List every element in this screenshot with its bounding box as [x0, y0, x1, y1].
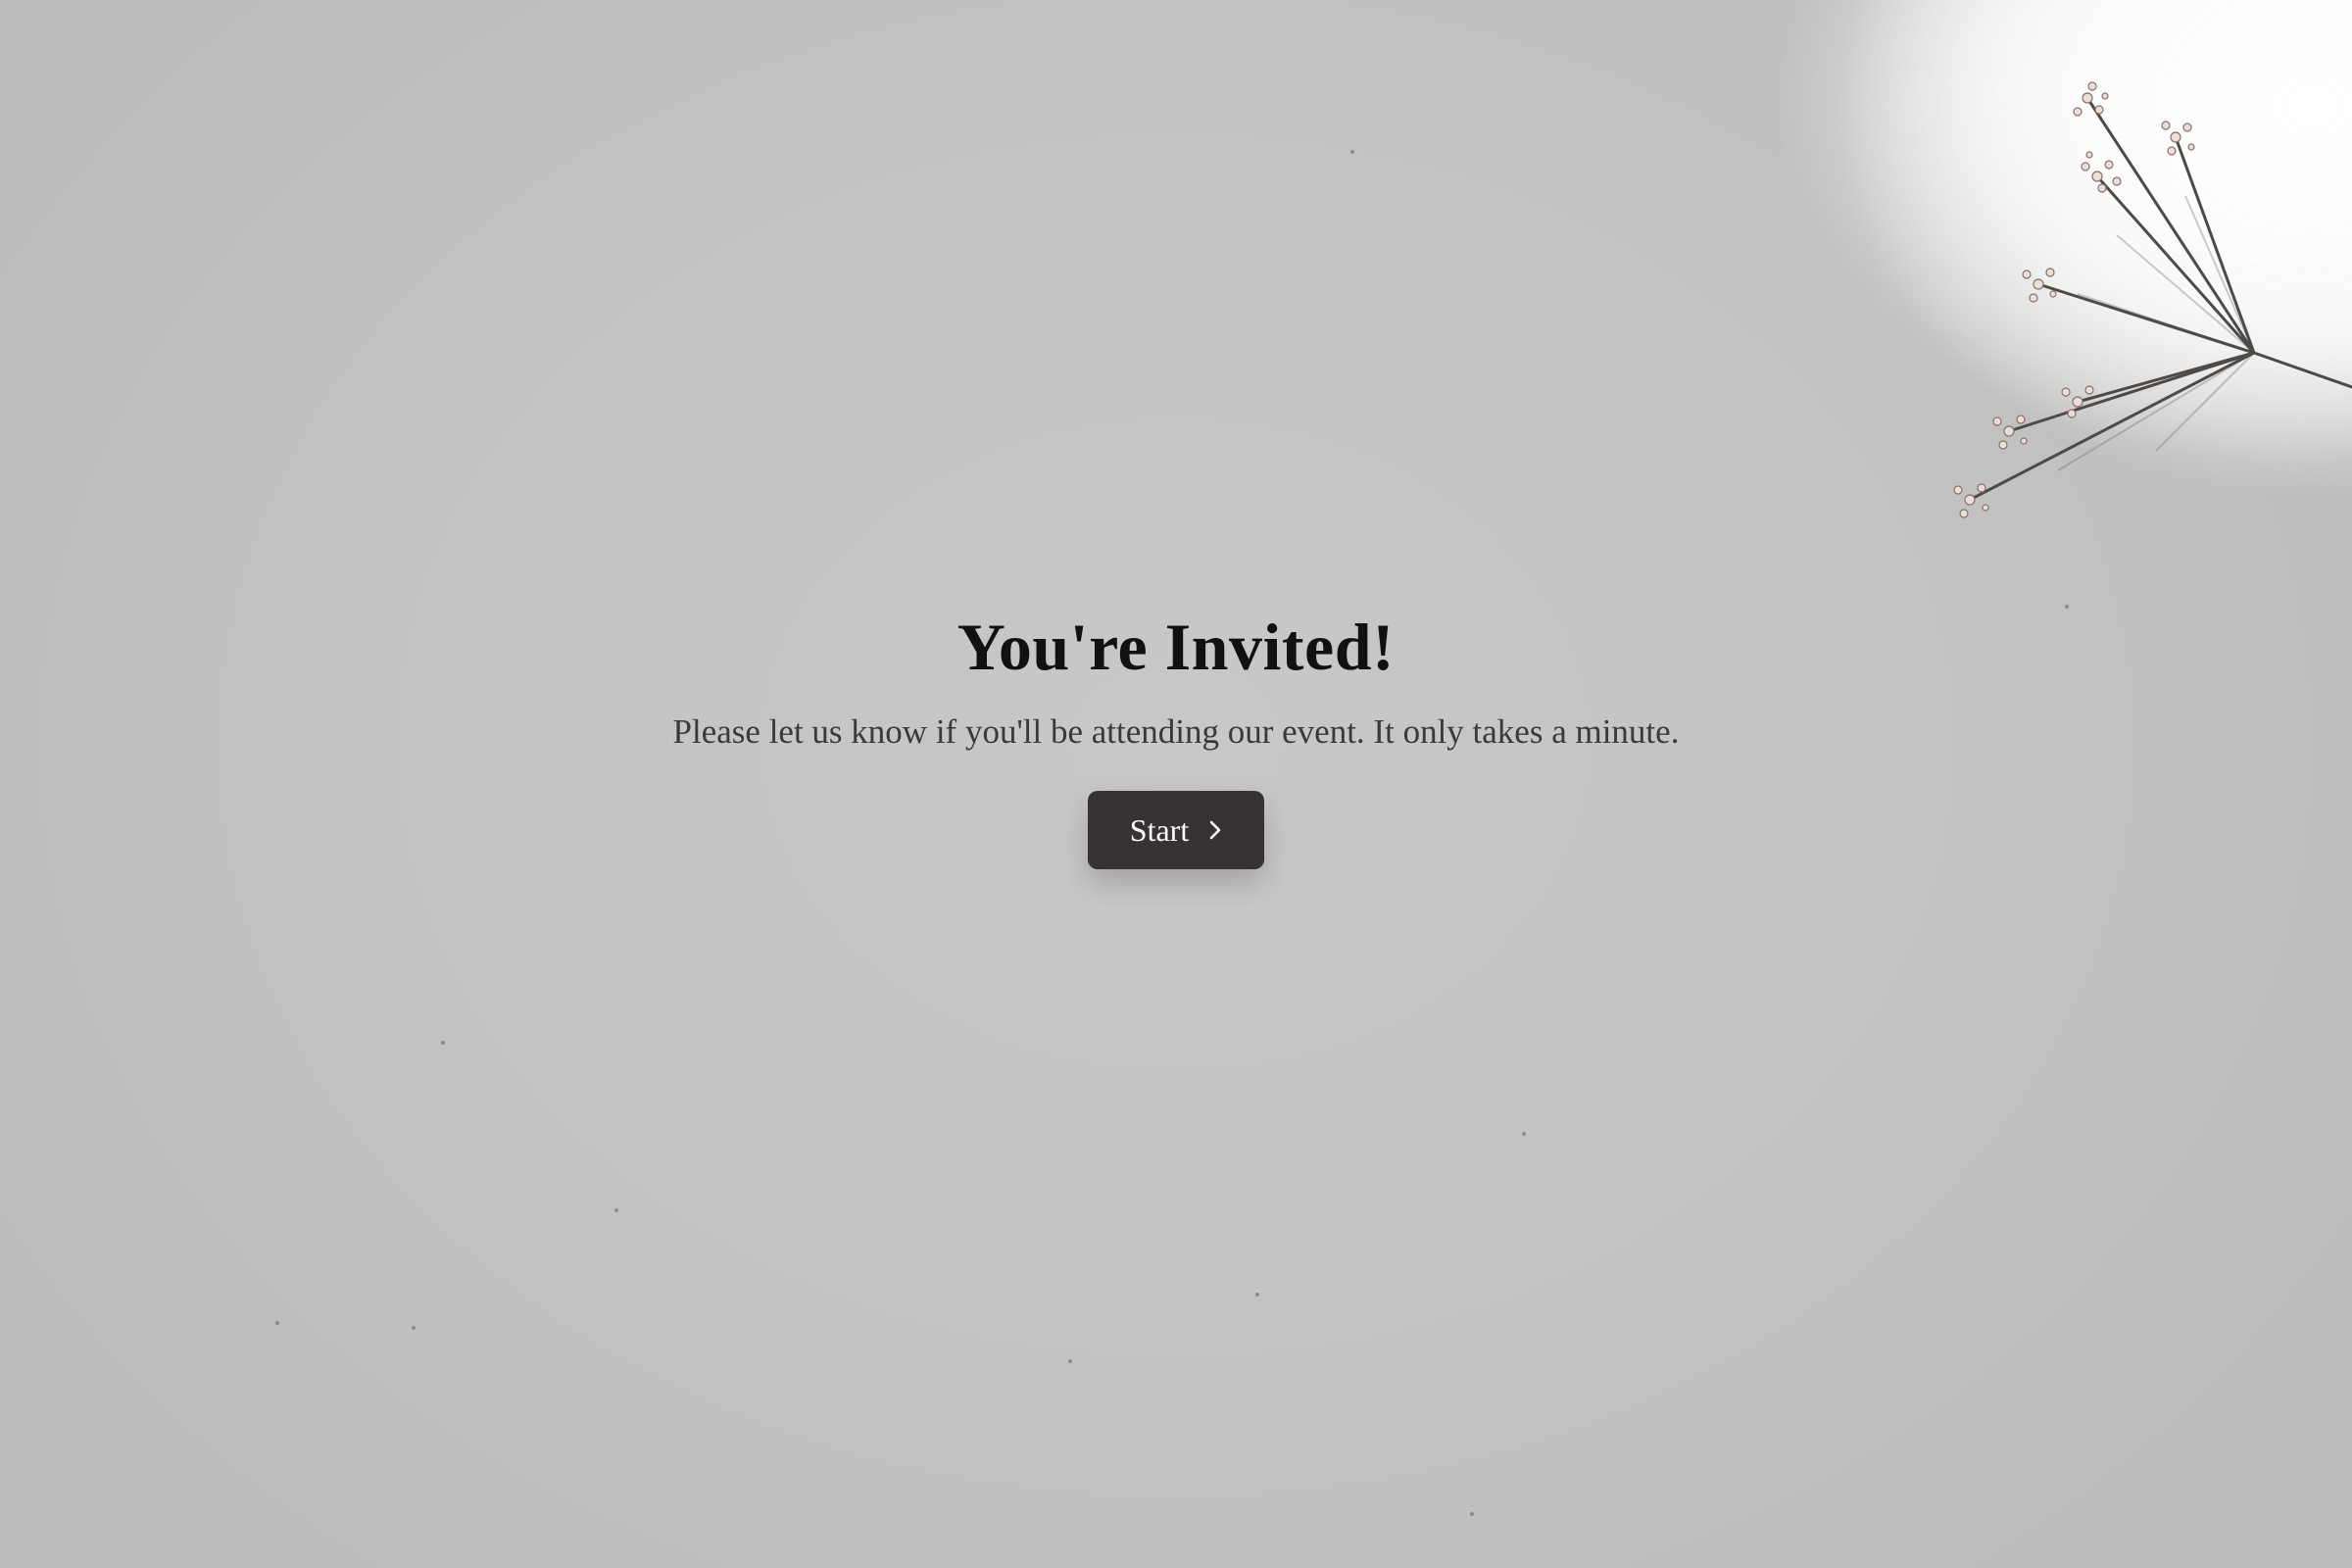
paper-speck: [614, 1208, 618, 1212]
paper-speck: [275, 1321, 279, 1325]
start-button[interactable]: Start: [1088, 791, 1264, 870]
paper-speck: [1255, 1293, 1259, 1297]
start-button-label: Start: [1129, 811, 1190, 848]
paper-speck: [441, 1041, 445, 1045]
chevron-right-icon: [1209, 820, 1221, 840]
paper-speck: [412, 1326, 416, 1330]
paper-speck: [1522, 1132, 1526, 1136]
page-subtitle: Please let us know if you'll be attendin…: [672, 711, 1680, 751]
dried-flower-illustration: [1953, 81, 2352, 518]
page-title: You're Invited!: [956, 610, 1396, 684]
invitation-panel: You're Invited! Please let us know if yo…: [0, 608, 2352, 870]
paper-speck: [1350, 150, 1354, 154]
paper-speck: [1068, 1359, 1072, 1363]
paper-speck: [1470, 1512, 1474, 1516]
